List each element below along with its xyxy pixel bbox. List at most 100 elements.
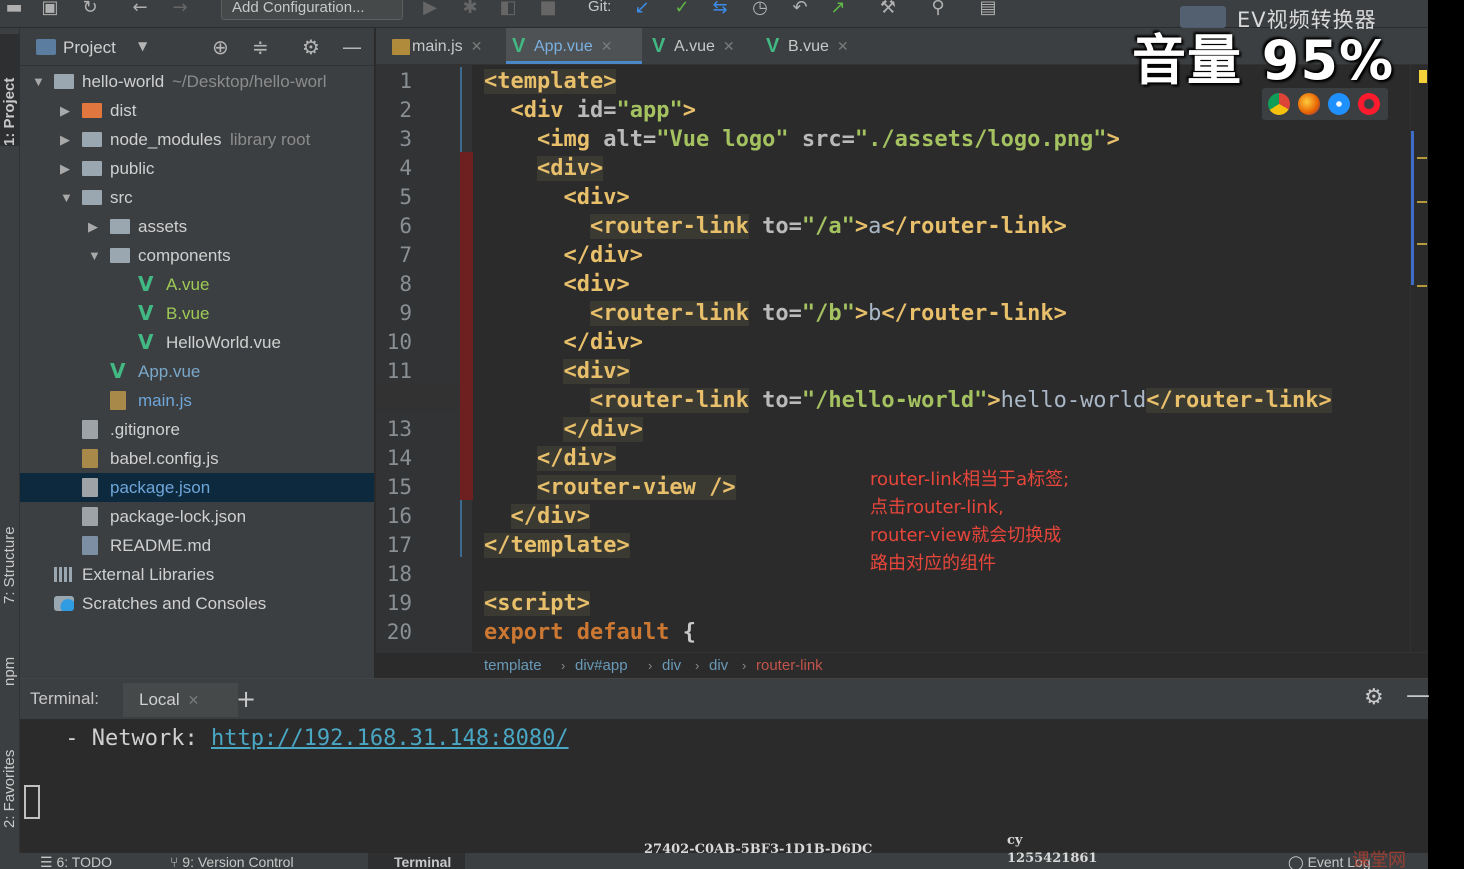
back-icon[interactable]: ← <box>128 0 152 20</box>
debug-icon[interactable]: ✱ <box>458 0 482 20</box>
tree-item[interactable]: ▼ hello-world ~/Desktop/hello-worl <box>20 67 374 96</box>
editor-scrollbar[interactable] <box>1410 65 1428 652</box>
annotation-line: 点击router-link, <box>870 497 1004 518</box>
opera-icon[interactable] <box>1358 93 1380 115</box>
chevron-right-icon[interactable]: ▶ <box>60 96 70 125</box>
editor-tab-label: B.vue <box>788 38 829 55</box>
git-update-icon[interactable]: ↙ <box>630 0 654 20</box>
breadcrumb-item[interactable]: router-link <box>756 653 823 679</box>
tree-item[interactable]: ▶ assets <box>20 212 374 241</box>
library-icon <box>54 567 74 582</box>
tree-item[interactable]: ▼ src <box>20 183 374 212</box>
tree-item[interactable]: V App.vue <box>20 357 374 386</box>
tool-tab-structure[interactable]: 7: Structure <box>0 476 20 604</box>
inspection-status-icon[interactable] <box>1419 70 1427 83</box>
code-token: a <box>868 214 882 239</box>
tree-item[interactable]: babel.config.js <box>20 444 374 473</box>
chevron-down-icon[interactable]: ▼ <box>60 183 73 212</box>
git-revert-icon[interactable]: ↶ <box>788 0 812 20</box>
tree-item[interactable]: ▶ dist <box>20 96 374 125</box>
todo-tab[interactable]: ☰ 6: TODO <box>40 854 112 869</box>
run-icon[interactable]: ▶ <box>418 0 442 20</box>
project-view-selector[interactable]: Project <box>63 38 116 58</box>
editor-tab[interactable]: V A.vue ✕ <box>646 28 756 64</box>
version-control-tab[interactable]: ⑂ 9: Version Control <box>170 854 294 869</box>
chevron-right-icon: › <box>648 658 653 673</box>
git-history-icon[interactable]: ◷ <box>748 0 772 20</box>
close-icon[interactable]: ✕ <box>601 38 613 54</box>
close-icon[interactable]: ✕ <box>471 38 483 54</box>
terminal-tab[interactable]: Terminal <box>368 853 466 869</box>
editor-tab[interactable]: V App.vue ✕ <box>506 28 642 64</box>
menu-icon[interactable]: ▬ <box>2 0 26 20</box>
browser-preview-icons <box>1262 88 1388 120</box>
forward-icon[interactable]: → <box>168 0 192 20</box>
tree-item[interactable]: ▶ public <box>20 154 374 183</box>
tree-item[interactable]: main.js <box>20 386 374 415</box>
corner-watermark: 课堂网 <box>1352 850 1406 869</box>
tree-item[interactable]: V HelloWorld.vue <box>20 328 374 357</box>
chrome-icon[interactable] <box>1268 93 1290 115</box>
folder-icon <box>110 248 130 263</box>
chevron-down-icon[interactable]: ▼ <box>138 39 147 53</box>
breadcrumb-item[interactable]: div <box>662 653 681 679</box>
tree-item[interactable]: V A.vue <box>20 270 374 299</box>
chevron-down-icon[interactable]: ▼ <box>88 241 101 270</box>
tree-item[interactable]: package.json <box>20 473 374 502</box>
close-icon[interactable]: ✕ <box>188 692 200 708</box>
git-commit-icon[interactable]: ✓ <box>670 0 694 20</box>
tree-item[interactable]: External Libraries <box>20 560 374 589</box>
add-configuration-button[interactable]: Add Configuration... <box>221 0 403 20</box>
line-number: 15 <box>386 475 412 499</box>
collapse-all-icon[interactable]: ≑ <box>252 35 269 59</box>
new-terminal-icon[interactable]: + <box>236 685 256 713</box>
breadcrumb-item[interactable]: div#app <box>575 653 628 679</box>
stop-icon[interactable]: ■ <box>536 0 560 20</box>
editor-tab[interactable]: main.js ✕ <box>384 28 502 64</box>
chevron-right-icon[interactable]: ▶ <box>88 212 98 241</box>
presentation-icon[interactable]: ▤ <box>976 0 1000 20</box>
hide-panel-icon[interactable]: — <box>342 35 362 59</box>
sync-icon[interactable]: ↻ <box>78 0 102 20</box>
tree-item[interactable]: README.md <box>20 531 374 560</box>
tool-tab-npm[interactable]: npm <box>0 626 20 686</box>
breadcrumb-item[interactable]: div <box>709 653 728 679</box>
js-file-icon <box>82 449 98 468</box>
tree-item[interactable]: Scratches and Consoles <box>20 589 374 618</box>
chevron-down-icon[interactable]: ▼ <box>32 67 45 96</box>
search-icon[interactable]: ⚲ <box>926 0 950 20</box>
chevron-right-icon[interactable]: ▶ <box>60 154 70 183</box>
close-icon[interactable]: ✕ <box>723 38 735 54</box>
line-number: 9 <box>399 301 412 325</box>
close-icon[interactable]: ✕ <box>837 38 849 54</box>
tool-tab-favorites[interactable]: 2: Favorites <box>0 718 20 828</box>
gear-icon[interactable]: ⚙ <box>302 35 320 59</box>
wrench-icon[interactable]: ⚒ <box>876 0 900 20</box>
tool-tab-project[interactable]: 1: Project <box>0 34 20 146</box>
git-compare-icon[interactable]: ⇆ <box>708 0 732 20</box>
git-push-icon[interactable]: ↗ <box>826 0 850 20</box>
annotation-line: router-link相当于a标签; <box>870 469 1070 490</box>
firefox-icon[interactable] <box>1298 93 1320 115</box>
breadcrumb-item[interactable]: template <box>484 653 542 679</box>
scroll-warning-mark <box>1417 285 1427 287</box>
minimize-icon[interactable]: — <box>1406 681 1430 709</box>
safari-icon[interactable] <box>1328 93 1350 115</box>
tree-item[interactable]: .gitignore <box>20 415 374 444</box>
editor-tab[interactable]: V B.vue ✕ <box>760 28 860 64</box>
vue-file-icon: V <box>110 359 126 383</box>
tree-item[interactable]: V B.vue <box>20 299 374 328</box>
gear-icon[interactable]: ⚙ <box>1364 685 1384 710</box>
terminal-network-url[interactable]: http://192.168.31.148:8080/ <box>211 726 569 751</box>
tree-item[interactable]: package-lock.json <box>20 502 374 531</box>
tree-item[interactable]: ▼ components <box>20 241 374 270</box>
coverage-icon[interactable]: ◧ <box>496 0 520 20</box>
save-icon[interactable]: ▣ <box>38 0 62 20</box>
code-line: </div> <box>484 502 590 531</box>
terminal-tab-local[interactable]: Local ✕ <box>123 683 238 717</box>
tree-item[interactable]: ▶ node_modules library root <box>20 125 374 154</box>
locate-file-icon[interactable]: ⊕ <box>212 35 229 59</box>
chevron-right-icon[interactable]: ▶ <box>60 125 70 154</box>
